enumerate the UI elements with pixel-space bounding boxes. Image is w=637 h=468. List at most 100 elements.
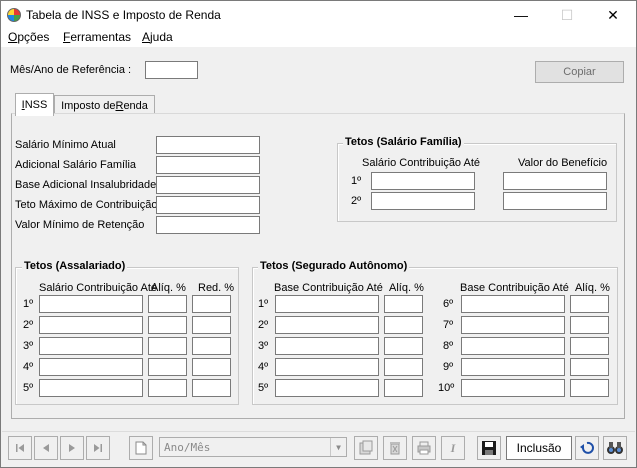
italic-button[interactable]: I xyxy=(441,436,465,460)
autonomo-row-label: 10º xyxy=(438,382,455,394)
ano-mes-combo[interactable]: Ano/Mês ▼ xyxy=(159,437,347,457)
ref-month-input[interactable] xyxy=(145,61,198,79)
delete-icon xyxy=(390,442,400,455)
assalariado-salario-input[interactable] xyxy=(39,295,143,313)
assalariado-red-input[interactable] xyxy=(192,316,231,334)
autonomo-base-input[interactable] xyxy=(275,337,379,355)
maximize-button[interactable]: ☐ xyxy=(544,1,590,29)
new-record-button[interactable] xyxy=(129,436,153,460)
autonomo-aliq-input[interactable] xyxy=(384,379,423,397)
familia-row-label: 2º xyxy=(351,195,362,207)
autonomo-aliq-input[interactable] xyxy=(570,295,609,313)
chevron-down-icon[interactable]: ▼ xyxy=(330,438,346,456)
autonomo-base-input[interactable] xyxy=(275,358,379,376)
autonomo-aliq-input[interactable] xyxy=(570,379,609,397)
import-icon xyxy=(359,440,373,455)
assalariado-salario-input[interactable] xyxy=(39,379,143,397)
autonomo-base-input[interactable] xyxy=(461,337,565,355)
assalariado-aliq-input[interactable] xyxy=(148,379,187,397)
familia-beneficio-input[interactable] xyxy=(503,172,607,190)
autonomo-col-base: Base Contribuição Até xyxy=(460,282,569,294)
assalariado-salario-input[interactable] xyxy=(39,316,143,334)
ano-mes-combo-value: Ano/Mês xyxy=(164,441,211,454)
assalariado-row-label: 2º xyxy=(23,319,34,331)
menu-opcoes[interactable]: Opções xyxy=(8,30,49,44)
familia-beneficio-input[interactable] xyxy=(503,192,607,210)
search-button[interactable] xyxy=(603,436,627,460)
familia-col-beneficio: Valor do Benefício xyxy=(518,157,608,169)
previous-record-button[interactable] xyxy=(34,436,58,460)
menu-ferramentas[interactable]: Ferramentas xyxy=(63,30,131,44)
autonomo-group-title: Tetos (Segurado Autônomo) xyxy=(258,260,410,272)
autonomo-base-input[interactable] xyxy=(461,295,565,313)
autonomo-aliq-input[interactable] xyxy=(384,295,423,313)
autonomo-row-label: 3º xyxy=(258,340,269,352)
teto-maximo-input[interactable] xyxy=(156,196,260,214)
autonomo-aliq-input[interactable] xyxy=(384,337,423,355)
autonomo-aliq-input[interactable] xyxy=(570,358,609,376)
assalariado-aliq-input[interactable] xyxy=(148,337,187,355)
autonomo-aliq-input[interactable] xyxy=(570,337,609,355)
app-icon xyxy=(7,8,21,22)
salario-minimo-label: Salário Mínimo Atual xyxy=(15,139,116,151)
autonomo-base-input[interactable] xyxy=(275,295,379,313)
familia-salario-input[interactable] xyxy=(371,172,475,190)
close-icon: ✕ xyxy=(607,6,619,23)
adicional-familia-input[interactable] xyxy=(156,156,260,174)
assalariado-red-input[interactable] xyxy=(192,337,231,355)
autonomo-base-input[interactable] xyxy=(461,358,565,376)
assalariado-aliq-input[interactable] xyxy=(148,295,187,313)
next-record-button[interactable] xyxy=(60,436,84,460)
assalariado-row-label: 5º xyxy=(23,382,34,394)
familia-col-salario: Salário Contribuição Até xyxy=(362,157,481,169)
assalariado-red-input[interactable] xyxy=(192,379,231,397)
maximize-icon: ☐ xyxy=(560,6,574,23)
menu-ajuda[interactable]: Ajuda xyxy=(142,30,173,44)
undo-icon xyxy=(580,441,594,454)
assalariado-row-label: 1º xyxy=(23,298,34,310)
autonomo-aliq-input[interactable] xyxy=(570,316,609,334)
base-insalubridade-input[interactable] xyxy=(156,176,260,194)
valor-minimo-input[interactable] xyxy=(156,216,260,234)
autonomo-base-input[interactable] xyxy=(275,316,379,334)
assalariado-salario-input[interactable] xyxy=(39,358,143,376)
assalariado-red-input[interactable] xyxy=(192,358,231,376)
first-record-button[interactable] xyxy=(8,436,32,460)
assalariado-red-input[interactable] xyxy=(192,295,231,313)
next-icon xyxy=(69,444,75,452)
minimize-button[interactable]: — xyxy=(498,1,544,29)
bottom-toolbar: Ano/Mês ▼ I Inclusão xyxy=(2,431,635,465)
autonomo-aliq-input[interactable] xyxy=(384,358,423,376)
autonomo-base-input[interactable] xyxy=(461,379,565,397)
title-bar: Tabela de INSS e Imposto de Renda — ☐ ✕ xyxy=(1,1,636,29)
assalariado-group-title: Tetos (Assalariado) xyxy=(22,260,128,272)
import-button[interactable] xyxy=(354,436,378,460)
previous-icon xyxy=(43,444,49,452)
familia-salario-input[interactable] xyxy=(371,192,475,210)
undo-button[interactable] xyxy=(575,436,599,460)
main-window: Tabela de INSS e Imposto de Renda — ☐ ✕ … xyxy=(0,0,637,468)
assalariado-row-label: 3º xyxy=(23,340,34,352)
autonomo-row-label: 2º xyxy=(258,319,269,331)
italic-icon: I xyxy=(450,440,456,455)
copy-button[interactable]: Copiar xyxy=(535,61,624,83)
tab-inss[interactable]: I NSS xyxy=(15,93,54,116)
assalariado-col-aliq: Alíq. % xyxy=(151,282,186,294)
assalariado-salario-input[interactable] xyxy=(39,337,143,355)
autonomo-base-input[interactable] xyxy=(275,379,379,397)
print-button[interactable] xyxy=(412,436,436,460)
last-record-button[interactable] xyxy=(86,436,110,460)
binoculars-icon xyxy=(607,442,623,454)
assalariado-aliq-input[interactable] xyxy=(148,358,187,376)
assalariado-col-red: Red. % xyxy=(198,282,235,294)
teto-maximo-label: Teto Máximo de Contribuição xyxy=(15,199,158,211)
close-button[interactable]: ✕ xyxy=(590,1,636,29)
save-button[interactable] xyxy=(477,436,501,460)
autonomo-aliq-input[interactable] xyxy=(384,316,423,334)
ref-month-label: Mês/Ano de Referência : xyxy=(10,64,132,76)
autonomo-base-input[interactable] xyxy=(461,316,565,334)
last-icon xyxy=(94,444,102,452)
assalariado-aliq-input[interactable] xyxy=(148,316,187,334)
salario-minimo-input[interactable] xyxy=(156,136,260,154)
delete-button[interactable] xyxy=(383,436,407,460)
